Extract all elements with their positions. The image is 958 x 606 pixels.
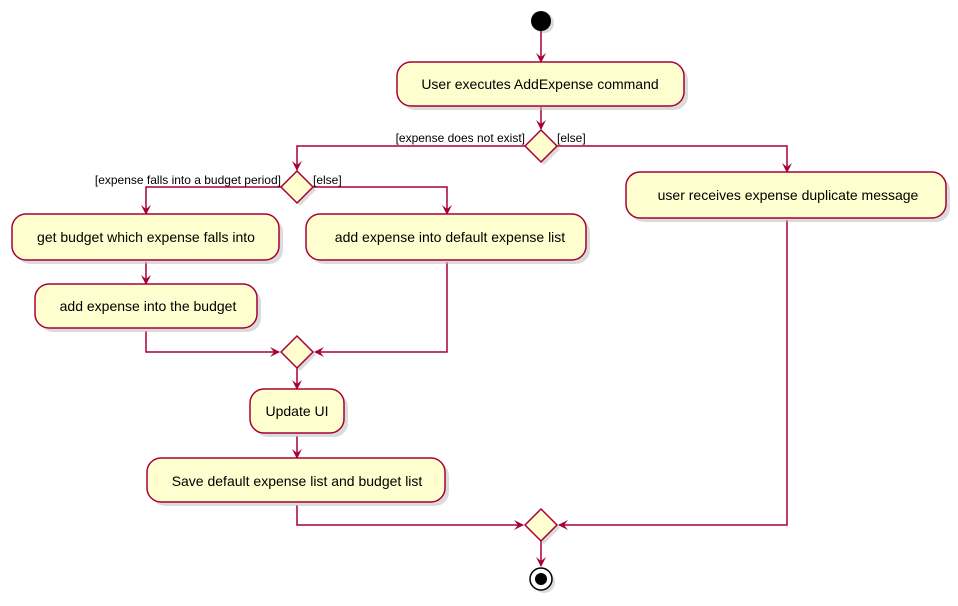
activity-label: get budget which expense falls into <box>37 229 255 245</box>
decision-expense-exists <box>523 128 560 165</box>
activity-label: add expense into default expense list <box>335 229 565 245</box>
edge-save-finalmerge <box>296 505 524 530</box>
activity-execute-command: User executes AddExpense command <box>396 61 688 110</box>
activity-label: User executes AddExpense command <box>421 76 658 92</box>
guard-in-budget-period: [expense falls into a budget period] <box>95 173 281 187</box>
edge-else-inner <box>313 186 452 215</box>
merge-final <box>523 507 560 544</box>
edge-else-outer <box>557 145 792 173</box>
merge-inner <box>279 334 316 371</box>
guard-else-inner: [else] <box>313 173 342 187</box>
edge-not-exist <box>292 145 525 171</box>
activity-duplicate-message: user receives expense duplicate message <box>625 171 950 222</box>
guard-else-outer: [else] <box>557 131 586 145</box>
edge-duplicate-finalmerge <box>558 220 788 530</box>
edge-in-budget <box>141 186 281 215</box>
edge-addbudget-merge <box>145 331 280 357</box>
activity-label: user receives expense duplicate message <box>658 187 919 203</box>
activity-add-to-budget: add expense into the budget <box>34 283 261 332</box>
activity-label: Save default expense list and budget lis… <box>172 473 423 489</box>
activity-label: add expense into the budget <box>60 298 237 314</box>
activity-label: Update UI <box>265 403 328 419</box>
guard-expense-not-exist: [expense does not exist] <box>396 131 525 145</box>
activity-save: Save default expense list and budget lis… <box>146 457 449 506</box>
edge-adddefault-merge <box>314 262 448 357</box>
start-node <box>531 11 554 33</box>
activity-get-budget: get budget which expense falls into <box>11 213 283 264</box>
activity-diagram: User executes AddExpense command get bud… <box>11 11 950 593</box>
activity-update-ui: Update UI <box>249 388 348 437</box>
decision-budget-period <box>279 169 316 206</box>
activity-add-default: add expense into default expense list <box>305 213 590 264</box>
end-node <box>529 567 555 593</box>
